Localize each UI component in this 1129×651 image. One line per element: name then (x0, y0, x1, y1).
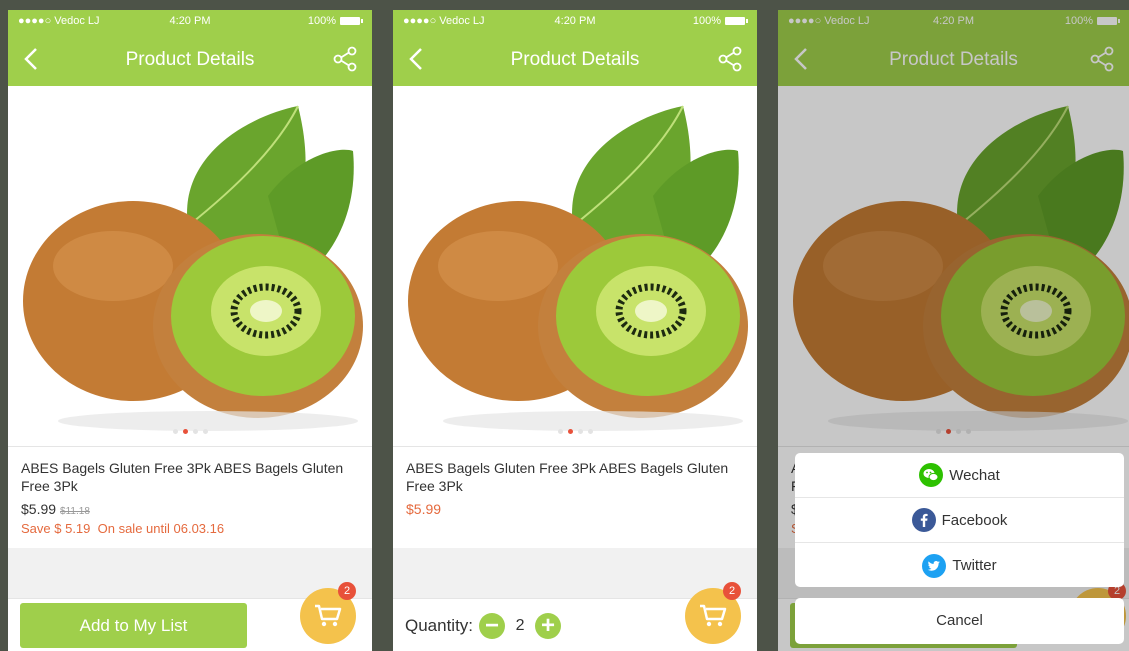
plus-button[interactable]: + (535, 613, 562, 639)
screen-product-details-share: ●●●●○ Vedoc LJ 4:20 PM 100% Product Deta… (778, 10, 1129, 651)
wechat-icon (919, 463, 944, 487)
old-price: $11.18 (60, 506, 90, 517)
product-name: ABES Bagels Gluten Free 3Pk ABES Bagels … (406, 460, 729, 494)
product-name: ABES Bagels Gluten Free 3Pk ABES Bagels … (21, 460, 344, 494)
share-icon[interactable] (332, 46, 358, 72)
battery-indicator: 100% (693, 15, 748, 27)
kiwi-image (408, 105, 748, 431)
share-option-label: Twitter (952, 557, 997, 574)
screen-product-details-add: ●●●●○ Vedoc LJ 4:20 PM 100% Product Deta… (8, 10, 372, 651)
carousel-dot[interactable] (577, 429, 583, 434)
share-icon[interactable] (717, 46, 743, 72)
sale-until: On sale until 06.03.16 (97, 521, 225, 536)
carousel-dot[interactable] (192, 429, 198, 434)
screen-product-details-quantity: ●●●●○ Vedoc LJ 4:20 PM 100% Product Deta… (393, 10, 757, 651)
share-sheet: Wechat Facebook Twitter (795, 453, 1124, 587)
cart-icon (315, 604, 342, 627)
product-details: ABES Bagels Gluten Free 3Pk ABES Bagels … (393, 446, 757, 546)
sale-info: Save $ 5.19 On sale until 06.03.16 (21, 521, 359, 536)
battery-icon (725, 17, 748, 25)
carousel-dot[interactable] (172, 429, 178, 434)
status-bar: ●●●●○ Vedoc LJ 4:20 PM 100% (8, 10, 372, 32)
battery-indicator: 100% (308, 15, 363, 27)
carousel-dot-active[interactable] (567, 429, 573, 434)
add-to-list-button[interactable]: Add to My List (20, 603, 247, 648)
share-option-label: Wechat (949, 466, 1000, 484)
carousel-dot[interactable] (557, 429, 563, 434)
page-title: Product Details (510, 49, 640, 70)
save-amount: Save $ 5.19 (21, 521, 91, 536)
cart-button[interactable]: 2 (685, 582, 741, 644)
carousel-dot[interactable] (202, 429, 208, 434)
nav-bar: Product Details (8, 32, 372, 86)
price-row: $5.99$11.18 (21, 501, 359, 517)
carousel-dot-active[interactable] (182, 429, 188, 434)
carousel-dot[interactable] (587, 429, 593, 434)
quantity-stepper: Quantity: − 2 + (405, 613, 562, 639)
carousel-dots (393, 429, 757, 434)
cart-badge: 2 (723, 582, 741, 600)
share-option-label: Facebook (941, 511, 1008, 529)
page-title: Product Details (125, 49, 255, 70)
quantity-label: Quantity: (405, 616, 474, 635)
cancel-button[interactable]: Cancel (795, 598, 1124, 644)
share-option-facebook[interactable]: Facebook (795, 498, 1124, 543)
kiwi-image (23, 105, 363, 431)
nav-bar: Product Details (393, 32, 757, 86)
share-option-twitter[interactable]: Twitter (795, 543, 1124, 588)
carousel-dots (8, 429, 372, 434)
product-details: ABES Bagels Gluten Free 3Pk ABES Bagels … (8, 446, 372, 546)
cart-icon (700, 604, 727, 627)
product-image-carousel[interactable] (393, 86, 757, 446)
share-option-wechat[interactable]: Wechat (795, 453, 1124, 498)
product-price: $5.99 (406, 501, 442, 517)
minus-button[interactable]: − (479, 613, 506, 639)
cart-badge: 2 (338, 582, 356, 600)
battery-icon (340, 17, 363, 25)
facebook-icon (911, 508, 936, 532)
product-image-carousel[interactable] (8, 86, 372, 446)
quantity-value: 2 (515, 617, 525, 634)
cart-button[interactable]: 2 (300, 582, 356, 644)
twitter-icon (922, 553, 947, 578)
status-bar: ●●●●○ Vedoc LJ 4:20 PM 100% (393, 10, 757, 32)
product-price: $5.99 (21, 501, 57, 517)
